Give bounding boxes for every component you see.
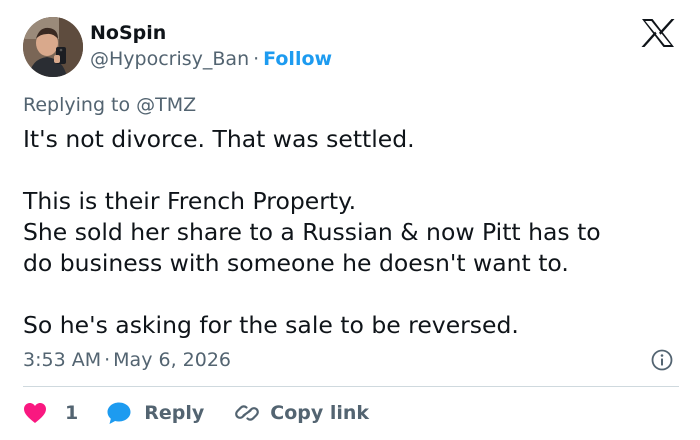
copy-link-label: Copy link bbox=[270, 402, 370, 424]
tweet-line: She sold her share to a Russian & now Pi… bbox=[23, 218, 601, 246]
separator-dot: · bbox=[253, 48, 260, 70]
tweet-line: This is their French Property. bbox=[23, 187, 357, 215]
divider bbox=[23, 386, 679, 387]
tweet-line: do business with someone he doesn't want… bbox=[23, 249, 569, 277]
reply-label: Reply bbox=[144, 402, 205, 424]
replying-to: Replying to @TMZ bbox=[23, 92, 196, 118]
like-button[interactable]: 1 bbox=[23, 402, 78, 424]
follow-button[interactable]: Follow bbox=[263, 48, 332, 70]
author-meta: @Hypocrisy_Ban · Follow bbox=[90, 46, 332, 72]
action-bar: 1 Reply Copy link bbox=[23, 398, 369, 428]
speech-bubble-icon bbox=[107, 402, 131, 424]
heart-icon bbox=[24, 403, 46, 423]
avatar-image bbox=[23, 17, 83, 77]
tweet-line: It's not divorce. That was settled. bbox=[23, 125, 415, 153]
tweet-date: May 6, 2026 bbox=[113, 349, 231, 371]
separator-dot: · bbox=[104, 349, 111, 371]
info-icon[interactable] bbox=[651, 349, 673, 371]
like-count: 1 bbox=[65, 402, 79, 424]
avatar[interactable] bbox=[23, 17, 83, 77]
replying-mention[interactable]: @TMZ bbox=[136, 94, 196, 116]
author-name[interactable]: NoSpin bbox=[90, 20, 166, 46]
link-icon bbox=[235, 405, 260, 421]
tweet-card: NoSpin @Hypocrisy_Ban · Follow Replying to… bbox=[0, 0, 700, 440]
tweet-text: It's not divorce. That was settled. This… bbox=[23, 124, 688, 341]
timestamp[interactable]: 3:53 AM · May 6, 2026 bbox=[23, 347, 231, 373]
replying-prefix: Replying to bbox=[23, 94, 131, 116]
tweet-line: So he's asking for the sale to be revers… bbox=[23, 311, 519, 339]
tweet-time: 3:53 AM bbox=[23, 349, 102, 371]
copy-link-button[interactable]: Copy link bbox=[234, 401, 369, 425]
reply-button[interactable]: Reply bbox=[106, 401, 204, 425]
x-logo-icon[interactable] bbox=[640, 18, 676, 48]
author-handle[interactable]: @Hypocrisy_Ban bbox=[90, 48, 249, 70]
